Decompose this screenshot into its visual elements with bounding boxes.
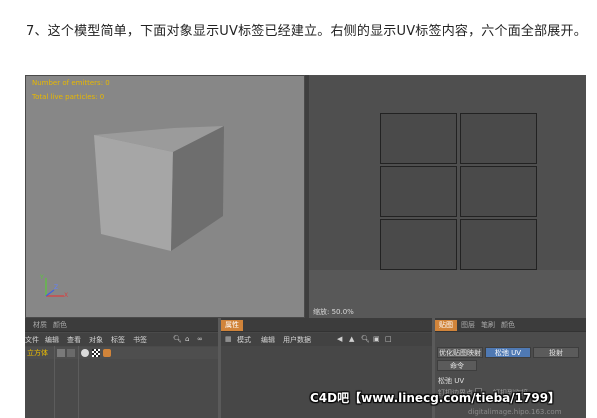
menu-edit[interactable]: 编辑	[261, 335, 275, 345]
tab-attributes[interactable]: 属性	[221, 320, 243, 331]
new-window-icon[interactable]: □	[385, 335, 392, 343]
object-name[interactable]: 立方体	[27, 348, 48, 358]
tab-color[interactable]: 颜色	[49, 320, 71, 331]
check-icon[interactable]	[67, 349, 75, 357]
search-icon[interactable]: 🔍︎	[361, 335, 370, 343]
relax-uv-section-label: 松弛 UV	[438, 377, 465, 385]
visibility-icon[interactable]	[57, 349, 65, 357]
column-divider	[78, 346, 79, 418]
menu-bookmarks[interactable]: 书签	[133, 335, 147, 345]
back-arrow-icon[interactable]: ◀	[337, 335, 342, 343]
checker-tag-icon[interactable]	[92, 349, 100, 357]
uv-face-tile[interactable]	[460, 219, 537, 270]
command-button[interactable]: 命令	[437, 360, 477, 371]
uv-tools-tabs: 贴图 图层 笔刷 颜色	[435, 318, 586, 332]
up-arrow-icon[interactable]: ▲	[349, 335, 354, 343]
object-panel-tabs: 材质 颜色	[25, 318, 218, 332]
tab-brush[interactable]: 笔刷	[477, 320, 499, 331]
uv-face-tile[interactable]	[380, 113, 457, 164]
home-icon[interactable]: ⌂	[185, 335, 189, 343]
search-icon[interactable]: 🔍︎	[173, 335, 182, 343]
attributes-tabs: 属性	[221, 318, 432, 332]
c4d-screenshot: Number of emitters: 0 Total live particl…	[25, 75, 586, 418]
lock-icon[interactable]: ▣	[373, 335, 380, 343]
zoom-readout: 缩放: 50.0%	[313, 308, 354, 316]
menu-view[interactable]: 查看	[67, 335, 81, 345]
uv-editor-view[interactable]: 缩放: 50.0%	[309, 75, 586, 318]
tab-material[interactable]: 材质	[29, 320, 51, 331]
menu-userdata[interactable]: 用户数据	[283, 335, 311, 345]
grid-icon[interactable]: ▦	[225, 335, 232, 343]
menu-object[interactable]: 对象	[89, 335, 103, 345]
menu-file[interactable]: 文件	[25, 335, 39, 345]
material-tag-icon[interactable]	[103, 349, 111, 357]
uv-face-tile[interactable]	[380, 166, 457, 217]
chain-icon[interactable]: ∞	[197, 335, 203, 343]
perspective-viewport[interactable]: Number of emitters: 0 Total live particl…	[25, 75, 305, 318]
cube-front-face	[94, 135, 173, 251]
tab-texture[interactable]: 贴图	[435, 320, 457, 331]
uv-face-tile[interactable]	[460, 166, 537, 217]
object-manager-panel: 材质 颜色 文件 编辑 查看 对象 标签 书签 🔍︎ ⌂ ∞ 立方体	[25, 318, 218, 418]
menu-mode[interactable]: 模式	[237, 335, 251, 345]
menu-tags[interactable]: 标签	[111, 335, 125, 345]
object-menu-bar: 文件 编辑 查看 对象 标签 书签 🔍︎ ⌂ ∞	[25, 333, 218, 346]
projection-button[interactable]: 投射	[533, 347, 579, 358]
optimal-mapping-button[interactable]: 优化贴图映射	[437, 347, 483, 358]
watermark-small: digitalimage.hipo.163.com	[468, 408, 562, 416]
column-divider	[54, 346, 55, 418]
axis-y-label: Y	[40, 274, 44, 281]
uv-tag-icon[interactable]	[81, 349, 89, 357]
axis-x-label: X	[64, 292, 69, 299]
caption-text: 7、这个模型简单，下面对象显示UV标签已经建立。右侧的显示UV标签内容，六个面全…	[26, 24, 587, 39]
tab-color[interactable]: 颜色	[497, 320, 519, 331]
attributes-menu-bar: ▦ 模式 编辑 用户数据 ◀ ▲ 🔍︎ ▣ □	[221, 333, 432, 346]
uv-face-tile[interactable]	[460, 113, 537, 164]
tab-layers[interactable]: 图层	[457, 320, 479, 331]
axis-z-label: Z	[54, 284, 59, 291]
watermark-text: C4D吧【www.linecg.com/tieba/1799】	[310, 391, 561, 405]
uv-canvas[interactable]	[309, 75, 586, 270]
menu-edit[interactable]: 编辑	[45, 335, 59, 345]
uv-face-tile[interactable]	[380, 219, 457, 270]
relax-uv-button[interactable]: 松弛 UV	[485, 347, 531, 358]
axis-gizmo-icon: Y X Z	[40, 274, 70, 304]
